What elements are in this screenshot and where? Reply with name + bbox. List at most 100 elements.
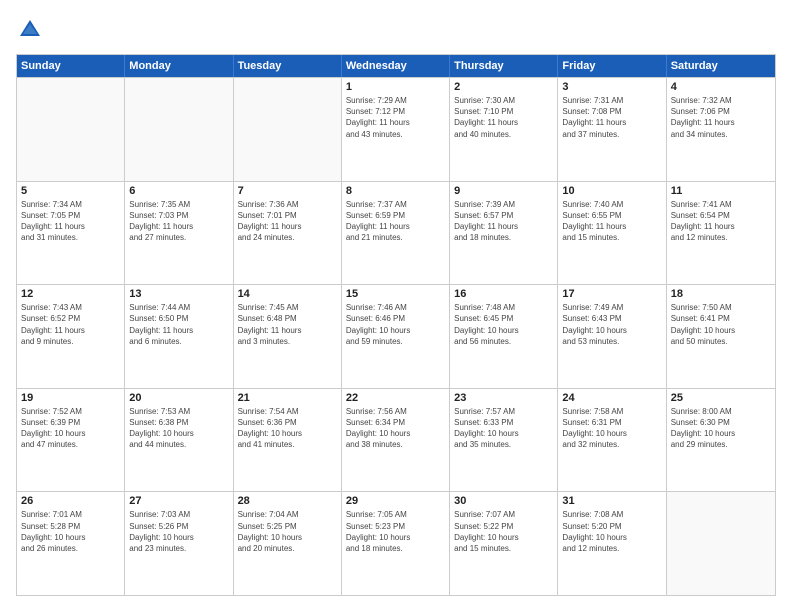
- calendar-week-4: 19Sunrise: 7:52 AMSunset: 6:39 PMDayligh…: [17, 388, 775, 492]
- day-info-line: and 43 minutes.: [346, 129, 445, 140]
- calendar-day-3: 3Sunrise: 7:31 AMSunset: 7:08 PMDaylight…: [558, 78, 666, 181]
- day-number: 15: [346, 288, 445, 300]
- calendar-day-13: 13Sunrise: 7:44 AMSunset: 6:50 PMDayligh…: [125, 285, 233, 388]
- day-info-line: Sunrise: 7:29 AM: [346, 95, 445, 106]
- day-info-line: and 47 minutes.: [21, 439, 120, 450]
- day-info-line: and 12 minutes.: [562, 543, 661, 554]
- calendar-day-10: 10Sunrise: 7:40 AMSunset: 6:55 PMDayligh…: [558, 182, 666, 285]
- day-number: 5: [21, 185, 120, 197]
- day-info-line: Daylight: 11 hours: [21, 221, 120, 232]
- day-number: 28: [238, 495, 337, 507]
- day-number: 20: [129, 392, 228, 404]
- day-info-line: Sunset: 5:28 PM: [21, 521, 120, 532]
- day-info-line: Sunrise: 7:43 AM: [21, 302, 120, 313]
- day-info-line: Sunrise: 7:45 AM: [238, 302, 337, 313]
- day-info-line: and 27 minutes.: [129, 232, 228, 243]
- day-info-line: Sunrise: 7:31 AM: [562, 95, 661, 106]
- day-info-line: and 40 minutes.: [454, 129, 553, 140]
- day-number: 29: [346, 495, 445, 507]
- calendar-day-23: 23Sunrise: 7:57 AMSunset: 6:33 PMDayligh…: [450, 389, 558, 492]
- day-info-line: Sunrise: 7:04 AM: [238, 509, 337, 520]
- day-info-line: Sunrise: 7:35 AM: [129, 199, 228, 210]
- day-info-line: Daylight: 11 hours: [238, 221, 337, 232]
- day-info-line: Sunset: 5:26 PM: [129, 521, 228, 532]
- day-number: 3: [562, 81, 661, 93]
- day-info-line: and 26 minutes.: [21, 543, 120, 554]
- day-info-line: Sunset: 6:39 PM: [21, 417, 120, 428]
- day-number: 31: [562, 495, 661, 507]
- day-info-line: and 20 minutes.: [238, 543, 337, 554]
- day-info-line: Sunset: 6:41 PM: [671, 313, 771, 324]
- day-info-line: Sunset: 7:08 PM: [562, 106, 661, 117]
- day-info-line: Sunrise: 7:05 AM: [346, 509, 445, 520]
- calendar-day-5: 5Sunrise: 7:34 AMSunset: 7:05 PMDaylight…: [17, 182, 125, 285]
- calendar-day-22: 22Sunrise: 7:56 AMSunset: 6:34 PMDayligh…: [342, 389, 450, 492]
- day-number: 23: [454, 392, 553, 404]
- day-info-line: Daylight: 11 hours: [346, 117, 445, 128]
- day-info-line: and 3 minutes.: [238, 336, 337, 347]
- day-info-line: and 38 minutes.: [346, 439, 445, 450]
- logo-icon: [16, 16, 44, 44]
- day-info-line: Daylight: 11 hours: [562, 221, 661, 232]
- day-info-line: Sunset: 6:48 PM: [238, 313, 337, 324]
- day-info-line: Sunset: 6:34 PM: [346, 417, 445, 428]
- day-info-line: Sunrise: 7:46 AM: [346, 302, 445, 313]
- day-number: 7: [238, 185, 337, 197]
- day-info-line: and 15 minutes.: [454, 543, 553, 554]
- day-number: 26: [21, 495, 120, 507]
- day-info-line: Sunrise: 7:49 AM: [562, 302, 661, 313]
- day-info-line: Daylight: 11 hours: [129, 325, 228, 336]
- day-info-line: and 18 minutes.: [454, 232, 553, 243]
- header-day-sunday: Sunday: [17, 55, 125, 77]
- day-info-line: and 35 minutes.: [454, 439, 553, 450]
- day-info-line: Sunrise: 7:50 AM: [671, 302, 771, 313]
- day-number: 14: [238, 288, 337, 300]
- day-number: 12: [21, 288, 120, 300]
- day-info-line: Daylight: 10 hours: [21, 428, 120, 439]
- day-info-line: Sunset: 6:36 PM: [238, 417, 337, 428]
- calendar-day-18: 18Sunrise: 7:50 AMSunset: 6:41 PMDayligh…: [667, 285, 775, 388]
- calendar-day-27: 27Sunrise: 7:03 AMSunset: 5:26 PMDayligh…: [125, 492, 233, 595]
- day-number: 8: [346, 185, 445, 197]
- day-number: 4: [671, 81, 771, 93]
- day-info-line: and 6 minutes.: [129, 336, 228, 347]
- day-info-line: Daylight: 10 hours: [562, 325, 661, 336]
- calendar: SundayMondayTuesdayWednesdayThursdayFrid…: [16, 54, 776, 596]
- day-info-line: and 32 minutes.: [562, 439, 661, 450]
- day-info-line: Sunrise: 7:03 AM: [129, 509, 228, 520]
- day-info-line: Daylight: 11 hours: [671, 117, 771, 128]
- calendar-day-31: 31Sunrise: 7:08 AMSunset: 5:20 PMDayligh…: [558, 492, 666, 595]
- day-info-line: and 34 minutes.: [671, 129, 771, 140]
- day-info-line: and 50 minutes.: [671, 336, 771, 347]
- day-info-line: Daylight: 10 hours: [562, 532, 661, 543]
- day-number: 13: [129, 288, 228, 300]
- calendar-day-25: 25Sunrise: 8:00 AMSunset: 6:30 PMDayligh…: [667, 389, 775, 492]
- calendar-day-16: 16Sunrise: 7:48 AMSunset: 6:45 PMDayligh…: [450, 285, 558, 388]
- calendar-day-4: 4Sunrise: 7:32 AMSunset: 7:06 PMDaylight…: [667, 78, 775, 181]
- day-number: 9: [454, 185, 553, 197]
- calendar-empty-cell: [667, 492, 775, 595]
- day-info-line: Sunrise: 8:00 AM: [671, 406, 771, 417]
- day-info-line: Daylight: 11 hours: [671, 221, 771, 232]
- calendar-day-11: 11Sunrise: 7:41 AMSunset: 6:54 PMDayligh…: [667, 182, 775, 285]
- day-number: 30: [454, 495, 553, 507]
- day-info-line: and 9 minutes.: [21, 336, 120, 347]
- day-info-line: Sunrise: 7:41 AM: [671, 199, 771, 210]
- day-info-line: Daylight: 10 hours: [671, 325, 771, 336]
- day-number: 27: [129, 495, 228, 507]
- day-number: 17: [562, 288, 661, 300]
- day-info-line: Daylight: 10 hours: [346, 532, 445, 543]
- day-info-line: Sunrise: 7:44 AM: [129, 302, 228, 313]
- day-info-line: Daylight: 11 hours: [129, 221, 228, 232]
- calendar-header-row: SundayMondayTuesdayWednesdayThursdayFrid…: [17, 55, 775, 77]
- day-info-line: Sunset: 5:25 PM: [238, 521, 337, 532]
- day-info-line: Daylight: 10 hours: [21, 532, 120, 543]
- calendar-day-7: 7Sunrise: 7:36 AMSunset: 7:01 PMDaylight…: [234, 182, 342, 285]
- day-info-line: and 18 minutes.: [346, 543, 445, 554]
- day-info-line: Daylight: 11 hours: [21, 325, 120, 336]
- header-day-saturday: Saturday: [667, 55, 775, 77]
- day-info-line: Sunset: 6:33 PM: [454, 417, 553, 428]
- day-info-line: Daylight: 11 hours: [238, 325, 337, 336]
- day-info-line: Sunrise: 7:39 AM: [454, 199, 553, 210]
- day-info-line: Sunrise: 7:48 AM: [454, 302, 553, 313]
